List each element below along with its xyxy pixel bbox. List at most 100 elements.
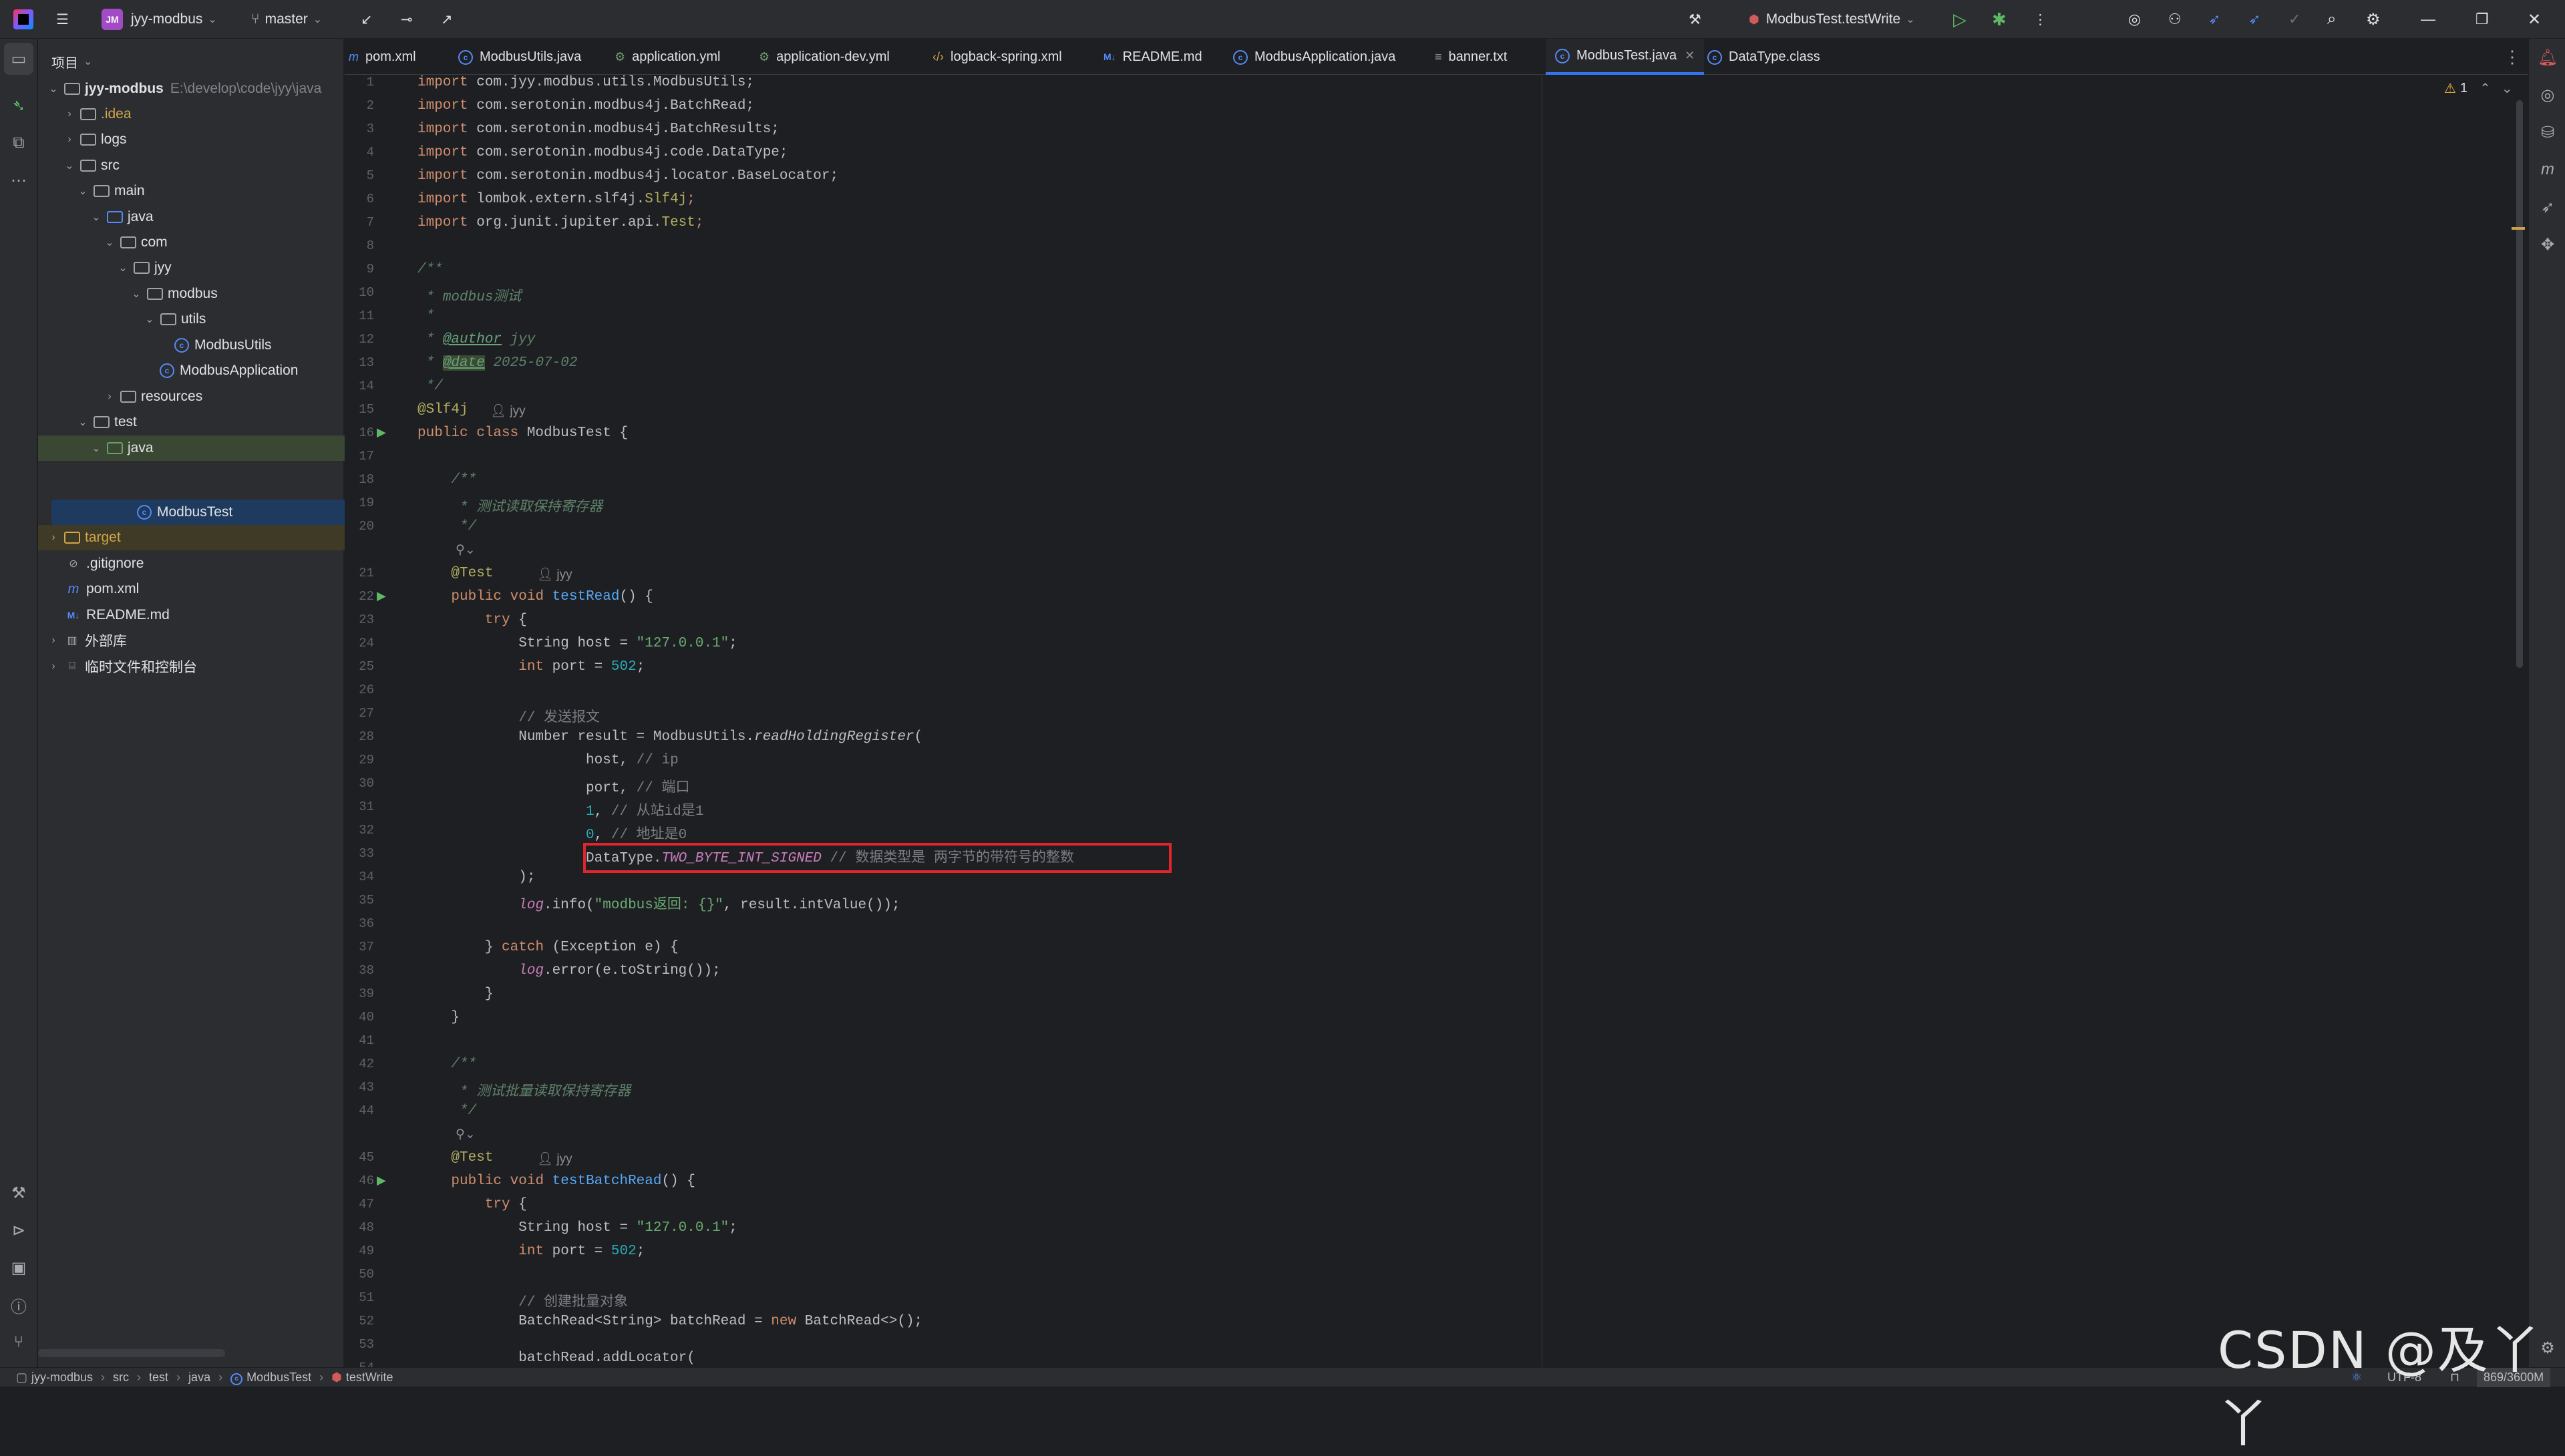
line-number[interactable]: 22	[345, 589, 374, 604]
line-number[interactable]: 1	[345, 75, 374, 89]
author-hint[interactable]: 👤︎ jyy	[537, 1151, 572, 1167]
line-number[interactable]: 20	[345, 519, 374, 534]
breadcrumb-item[interactable]: testWrite	[346, 1371, 393, 1385]
breadcrumb-item[interactable]: java	[188, 1371, 210, 1385]
tab-pom-xml[interactable]: m pom.xml	[349, 39, 416, 75]
tab-datatype-class[interactable]: c DataType.class	[1707, 39, 1820, 75]
plugin-rocket-icon[interactable]: ➶	[2208, 0, 2220, 39]
push-icon[interactable]: ↗	[441, 0, 453, 39]
build-hammer-icon[interactable]: ⚒	[0, 1177, 37, 1209]
line-number[interactable]: 5	[345, 168, 374, 183]
more-vertical-icon[interactable]: ⋮	[2504, 39, 2521, 75]
tree-item-project-root[interactable]: ⌄ jyy-modbus E:\develop\code\jyy\java	[38, 76, 352, 102]
line-number[interactable]: 26	[345, 683, 374, 697]
line-number[interactable]: 46	[345, 1173, 374, 1188]
right-editor-pane[interactable]: ⚠ 1 ⌃ ⌄	[1542, 75, 2520, 1367]
line-number[interactable]: 30	[345, 776, 374, 791]
code-editor[interactable]: 1 2 3 4 5 6 7 8 9 10 11 12 13 14 15 16 ▶ 17 18 19 20 21 22 ▶ 23 2…	[345, 75, 1541, 1375]
line-number[interactable]: 13	[345, 355, 374, 370]
tree-item-scratches[interactable]: › ⌸ 临时文件和控制台	[38, 654, 352, 679]
line-number[interactable]: 37	[345, 940, 374, 954]
line-number[interactable]: 39	[345, 986, 374, 1001]
vertical-scrollbar[interactable]	[2516, 100, 2523, 668]
tree-item-src[interactable]: ⌄ src	[38, 153, 368, 178]
line-number[interactable]: 28	[345, 729, 374, 744]
line-number[interactable]: 16	[345, 425, 374, 440]
tree-item-idea[interactable]: › .idea	[38, 102, 368, 127]
gear-icon[interactable]: ⚙	[2366, 0, 2381, 39]
terminal-icon[interactable]: ▣	[0, 1252, 37, 1284]
tab-modbusapplication-java[interactable]: c ModbusApplication.java	[1233, 39, 1395, 75]
line-number[interactable]: 34	[345, 870, 374, 884]
ai-assistant-icon[interactable]: ◎	[2128, 0, 2141, 39]
line-number[interactable]: 9	[345, 262, 374, 277]
line-number[interactable]: 18	[345, 472, 374, 487]
problems-icon[interactable]: ⓘ	[0, 1289, 37, 1321]
maven-icon[interactable]: m	[2529, 154, 2565, 186]
line-number[interactable]: 50	[345, 1267, 374, 1282]
line-number[interactable]: 7	[345, 215, 374, 230]
line-number[interactable]: 17	[345, 449, 374, 464]
more-vertical-icon[interactable]: ⋮	[2033, 0, 2047, 39]
line-number[interactable]: 38	[345, 963, 374, 978]
update-project-icon[interactable]: ↙	[361, 0, 373, 39]
line-number[interactable]: 33	[345, 846, 374, 861]
project-panel-header[interactable]: 项目 ⌄	[51, 45, 92, 77]
run-gutter-icon[interactable]: ▶	[377, 589, 391, 604]
plugin-rocket-icon[interactable]: ➶	[2529, 191, 2565, 223]
tree-item-gitignore[interactable]: ⊘ .gitignore	[38, 551, 368, 576]
run-icon[interactable]: ▷	[1953, 0, 1966, 39]
tree-item-test[interactable]: ⌄ test	[38, 409, 381, 435]
app-logo[interactable]	[13, 0, 33, 39]
tab-modbusutils-java[interactable]: c ModbusUtils.java	[458, 39, 581, 75]
more-horizontal-icon[interactable]: ⋯	[0, 164, 37, 196]
line-number[interactable]: 41	[345, 1033, 374, 1048]
line-number[interactable]: 14	[345, 379, 374, 393]
run-gutter-icon[interactable]: ▶	[377, 425, 391, 440]
tab-modbustest-java[interactable]: c ModbusTest.java ✕	[1546, 39, 1705, 75]
line-number[interactable]: 44	[345, 1103, 374, 1118]
line-number[interactable]: 29	[345, 753, 374, 767]
tree-item-external-libs[interactable]: › ▥ 外部库	[38, 628, 352, 653]
line-number[interactable]: 53	[345, 1337, 374, 1352]
line-number[interactable]: 12	[345, 332, 374, 347]
database-icon[interactable]: ⛁	[2529, 116, 2565, 148]
line-number[interactable]: 31	[345, 799, 374, 814]
close-icon[interactable]: ✕	[2528, 0, 2541, 39]
line-number[interactable]: 10	[345, 285, 374, 300]
tree-item-main[interactable]: ⌄ main	[38, 178, 381, 204]
project-switcher[interactable]: JM jyy-modbus ⌄	[102, 0, 217, 39]
inspection-widget[interactable]: ⚠ 1 ⌃ ⌄	[2444, 80, 2513, 97]
line-number[interactable]: 21	[345, 566, 374, 580]
project-folder-icon[interactable]: ▭	[4, 43, 33, 75]
line-number[interactable]: 8	[345, 238, 374, 253]
structure-icon[interactable]: ⧉	[0, 127, 37, 159]
git-icon[interactable]: ⑂	[0, 1326, 37, 1358]
chevron-up-icon[interactable]: ⌃	[2480, 80, 2491, 97]
line-number[interactable]: 6	[345, 192, 374, 206]
line-number[interactable]: 23	[345, 612, 374, 627]
line-number[interactable]: 3	[345, 122, 374, 136]
plugin-puzzle-icon[interactable]: ✥	[2529, 228, 2565, 260]
plugin-feather-icon[interactable]: ➴	[0, 89, 37, 122]
author-hint[interactable]: 👤︎ jyy	[537, 566, 572, 582]
notifications-icon[interactable]: 🔔︎	[2529, 41, 2565, 73]
breadcrumb-item[interactable]: src	[113, 1371, 129, 1385]
doc-render-toggle[interactable]: ⚲⌄	[456, 542, 476, 558]
ai-chat-icon[interactable]: ◎	[2529, 79, 2565, 111]
tree-item-target[interactable]: › target	[38, 525, 352, 550]
close-icon[interactable]: ✕	[1685, 49, 1695, 63]
line-number[interactable]: 51	[345, 1290, 374, 1305]
restore-icon[interactable]: ❐	[2475, 0, 2489, 39]
tree-item-test-java[interactable]: ⌄ java	[38, 435, 395, 461]
branch-switcher[interactable]: ⑂ master ⌄	[251, 0, 322, 39]
line-number[interactable]: 52	[345, 1314, 374, 1328]
tree-item-readme[interactable]: M↓ README.md	[38, 602, 368, 628]
author-hint[interactable]: 👤︎ jyy	[490, 403, 526, 419]
plugin-rocket-2-icon[interactable]: ➶	[2248, 0, 2260, 39]
tab-application-yml[interactable]: ⚙ application.yml	[615, 39, 720, 75]
tab-banner-txt[interactable]: ≡ banner.txt	[1435, 39, 1507, 75]
services-icon[interactable]: ⊳	[0, 1214, 37, 1246]
breadcrumb-item[interactable]: jyy-modbus	[31, 1371, 93, 1385]
line-number[interactable]: 35	[345, 893, 374, 908]
